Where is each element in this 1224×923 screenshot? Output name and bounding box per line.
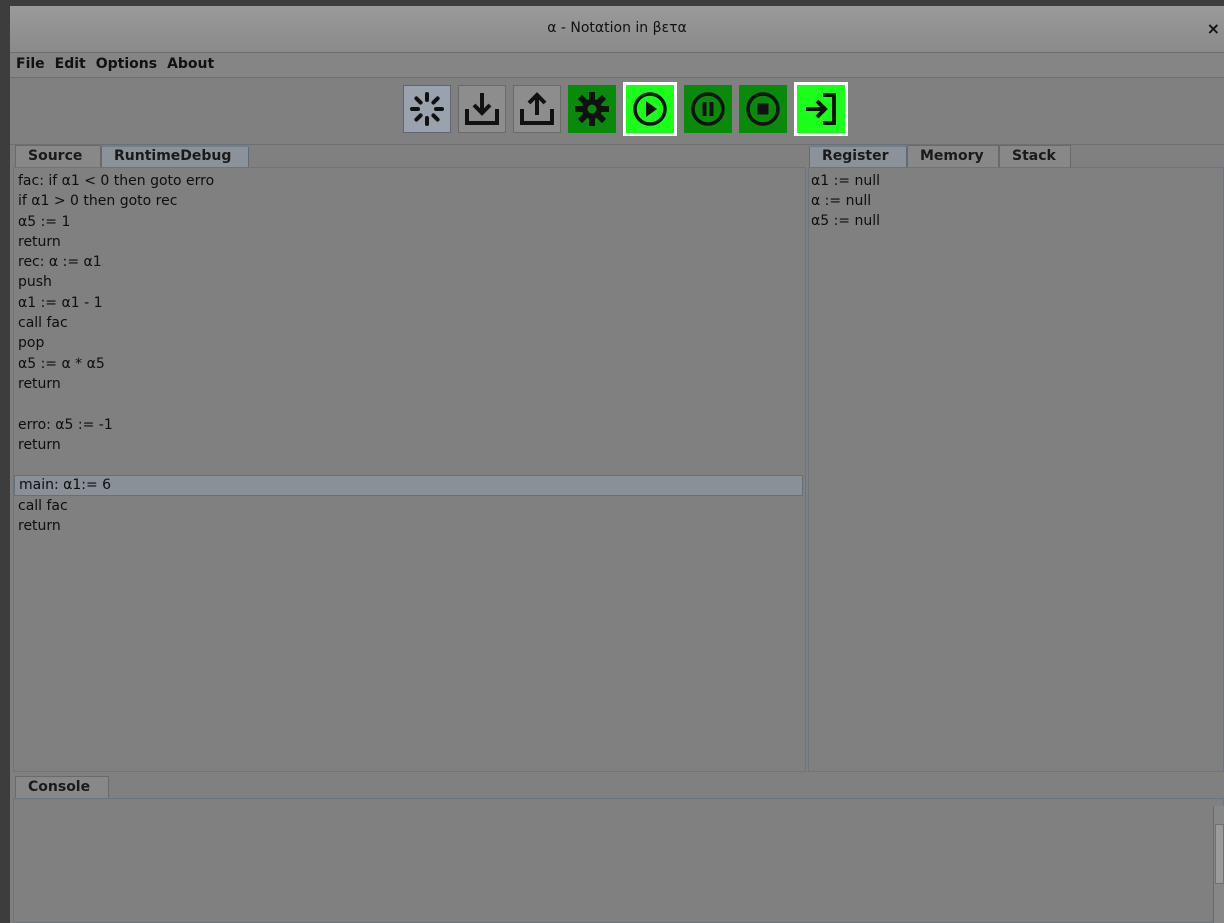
compile-button[interactable] — [568, 85, 616, 133]
stop-button[interactable] — [739, 85, 787, 133]
toolbar — [10, 78, 1224, 145]
reload-button[interactable] — [403, 85, 451, 133]
code-line[interactable]: erro: α5 := -1 — [14, 415, 805, 435]
code-line[interactable]: return — [14, 435, 805, 455]
menu-edit[interactable]: Edit — [51, 53, 90, 75]
tab-register[interactable]: Register — [809, 145, 907, 167]
register-panel: α1 := null α := null α5 := null — [808, 167, 1224, 772]
console-panel[interactable] — [13, 798, 1224, 923]
play-icon — [633, 92, 667, 126]
inspector-tabs: Register Memory Stack — [809, 145, 1224, 167]
editor-tabs: Source RuntimeDebug — [13, 145, 803, 167]
register-row: α := null — [811, 193, 872, 209]
code-line[interactable]: call fac — [14, 313, 805, 333]
code-line-current[interactable]: main: α1:= 6 — [14, 475, 803, 496]
code-line[interactable]: call fac — [14, 496, 805, 516]
code-line[interactable]: pop — [14, 333, 805, 353]
code-lines: fac: if α1 < 0 then goto erro if α1 > 0 t… — [14, 168, 805, 536]
title-bar[interactable]: α - Notαtion in βετα × — [10, 6, 1224, 53]
console-scrollbar[interactable] — [1213, 806, 1224, 923]
run-button[interactable] — [623, 82, 677, 136]
close-icon[interactable]: × — [1207, 19, 1220, 38]
console-tabs: Console — [13, 776, 413, 798]
menu-options[interactable]: Options — [92, 53, 161, 75]
upload-button[interactable] — [513, 85, 561, 133]
tab-stack[interactable]: Stack — [999, 145, 1071, 167]
code-line[interactable]: return — [14, 232, 805, 252]
download-icon — [465, 93, 499, 125]
register-row: α1 := null — [811, 173, 881, 189]
tab-console[interactable]: Console — [15, 776, 109, 798]
code-line[interactable] — [14, 394, 805, 414]
loading-spinner-icon — [410, 92, 444, 126]
code-line[interactable]: if α1 > 0 then goto rec — [14, 191, 805, 211]
menu-bar: File Edit Options About — [10, 53, 1224, 78]
code-line[interactable]: α5 := 1 — [14, 212, 805, 232]
register-row: α5 := null — [811, 213, 881, 229]
menu-file[interactable]: File — [12, 53, 49, 75]
pause-icon — [691, 92, 725, 126]
code-line[interactable]: push — [14, 272, 805, 292]
pause-button[interactable] — [684, 85, 732, 133]
console-output — [14, 799, 1223, 807]
gear-icon — [575, 92, 609, 126]
code-line[interactable]: return — [14, 374, 805, 394]
tab-source[interactable]: Source — [15, 145, 101, 167]
tab-runtimedebug[interactable]: RuntimeDebug — [101, 145, 249, 167]
code-line[interactable]: fac: if α1 < 0 then goto erro — [14, 171, 805, 191]
download-button[interactable] — [458, 85, 506, 133]
code-line[interactable]: return — [14, 516, 805, 536]
code-line[interactable]: α1 := α1 - 1 — [14, 293, 805, 313]
code-line[interactable]: α5 := α * α5 — [14, 354, 805, 374]
app-window: α - Notαtion in βετα × File Edit Options Ab… — [10, 6, 1224, 923]
stop-icon — [746, 92, 780, 126]
window-title: α - Notαtion in βετα — [547, 20, 687, 36]
scrollbar-thumb[interactable] — [1215, 824, 1224, 884]
step-button[interactable] — [794, 82, 848, 136]
tab-memory[interactable]: Memory — [907, 145, 999, 167]
code-panel[interactable]: fac: if α1 < 0 then goto erro if α1 > 0 t… — [13, 167, 806, 772]
menu-about[interactable]: About — [163, 53, 218, 75]
upload-icon — [520, 92, 554, 125]
code-line[interactable]: rec: α := α1 — [14, 252, 805, 272]
step-into-icon — [806, 93, 836, 125]
code-line[interactable] — [14, 455, 805, 475]
